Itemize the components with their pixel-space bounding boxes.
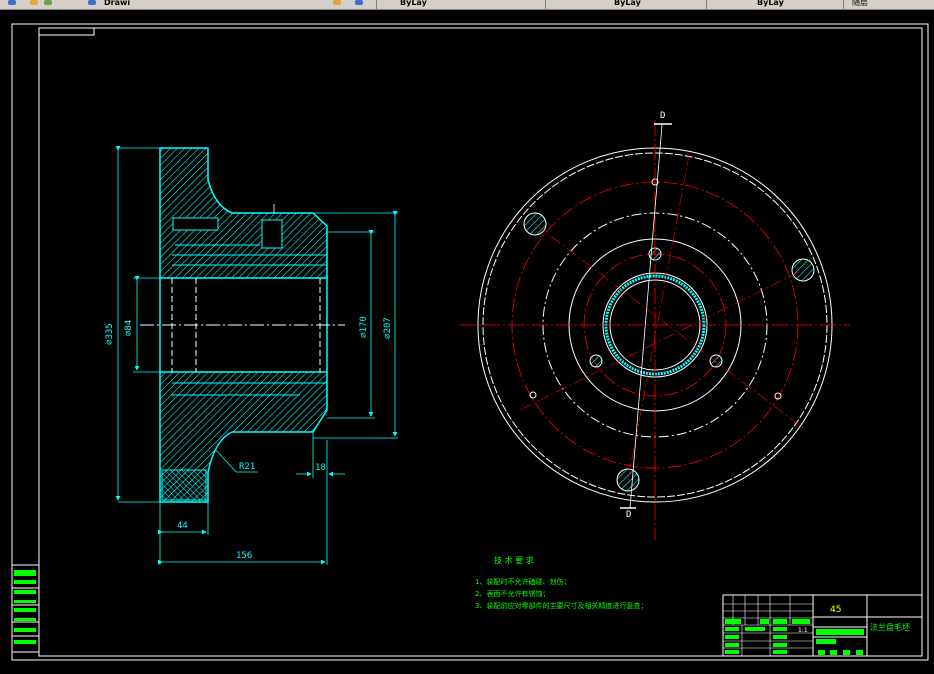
color-dropdown[interactable]: ByLay — [400, 0, 427, 9]
toolbar-separator — [706, 0, 707, 9]
plotstyle-dropdown[interactable]: 随层 — [852, 0, 868, 9]
dim-18: 18 — [315, 463, 326, 473]
note-3: 3、装配前应对零部件的主要尺寸及相关精度进行复查； — [475, 601, 647, 610]
front-view — [460, 120, 850, 540]
layer-state-icon[interactable] — [333, 0, 341, 5]
title-scale: 1:1 — [798, 627, 808, 634]
dim-r21: R21 — [239, 462, 255, 472]
title-material: 45 — [830, 605, 841, 615]
sheet-border-outer — [11, 23, 929, 661]
dim-d170: ⌀170 — [359, 316, 369, 338]
toolbar: Drawi ByLay ByLay ByLay 随层 — [0, 0, 934, 10]
layer-prev-icon[interactable] — [355, 0, 363, 5]
note-1: 1、装配时不允许磕碰、划伤； — [475, 577, 570, 586]
save-icon[interactable] — [30, 0, 38, 5]
dim-d335: ⌀335 — [105, 323, 115, 345]
section-upper-body — [159, 147, 328, 279]
print-icon[interactable] — [44, 0, 52, 5]
binding-strip — [11, 564, 40, 653]
drawing-number-box — [38, 27, 95, 36]
layer-dropdown[interactable]: Drawi — [104, 0, 130, 9]
small-hole — [589, 354, 603, 368]
section-label-top: D — [660, 111, 665, 121]
dim-d207: ⌀207 — [383, 317, 393, 339]
title-part-name: 法兰盘毛坯 — [870, 622, 910, 632]
toolbar-separator — [376, 0, 377, 9]
open-icon[interactable] — [8, 0, 16, 5]
section-view — [115, 146, 398, 565]
dim-44: 44 — [177, 521, 188, 531]
notes-title: 技 术 要 求 — [494, 555, 534, 565]
drawing-canvas[interactable]: ⌀335 ⌀84 ⌀170 ⌀207 R21 18 44 156 D D 技 术… — [0, 10, 934, 674]
lineweight-dropdown[interactable]: ByLay — [757, 0, 784, 9]
toolbar-separator — [843, 0, 844, 9]
section-label-bottom: D — [626, 510, 631, 520]
small-hole — [709, 354, 723, 368]
dim-156: 156 — [236, 551, 252, 561]
layer-icon[interactable] — [88, 0, 96, 5]
note-2: 2、表面不允许有锈蚀； — [475, 589, 549, 598]
dim-d84: ⌀84 — [124, 320, 134, 336]
toolbar-separator — [545, 0, 546, 9]
linetype-dropdown[interactable]: ByLay — [614, 0, 641, 9]
